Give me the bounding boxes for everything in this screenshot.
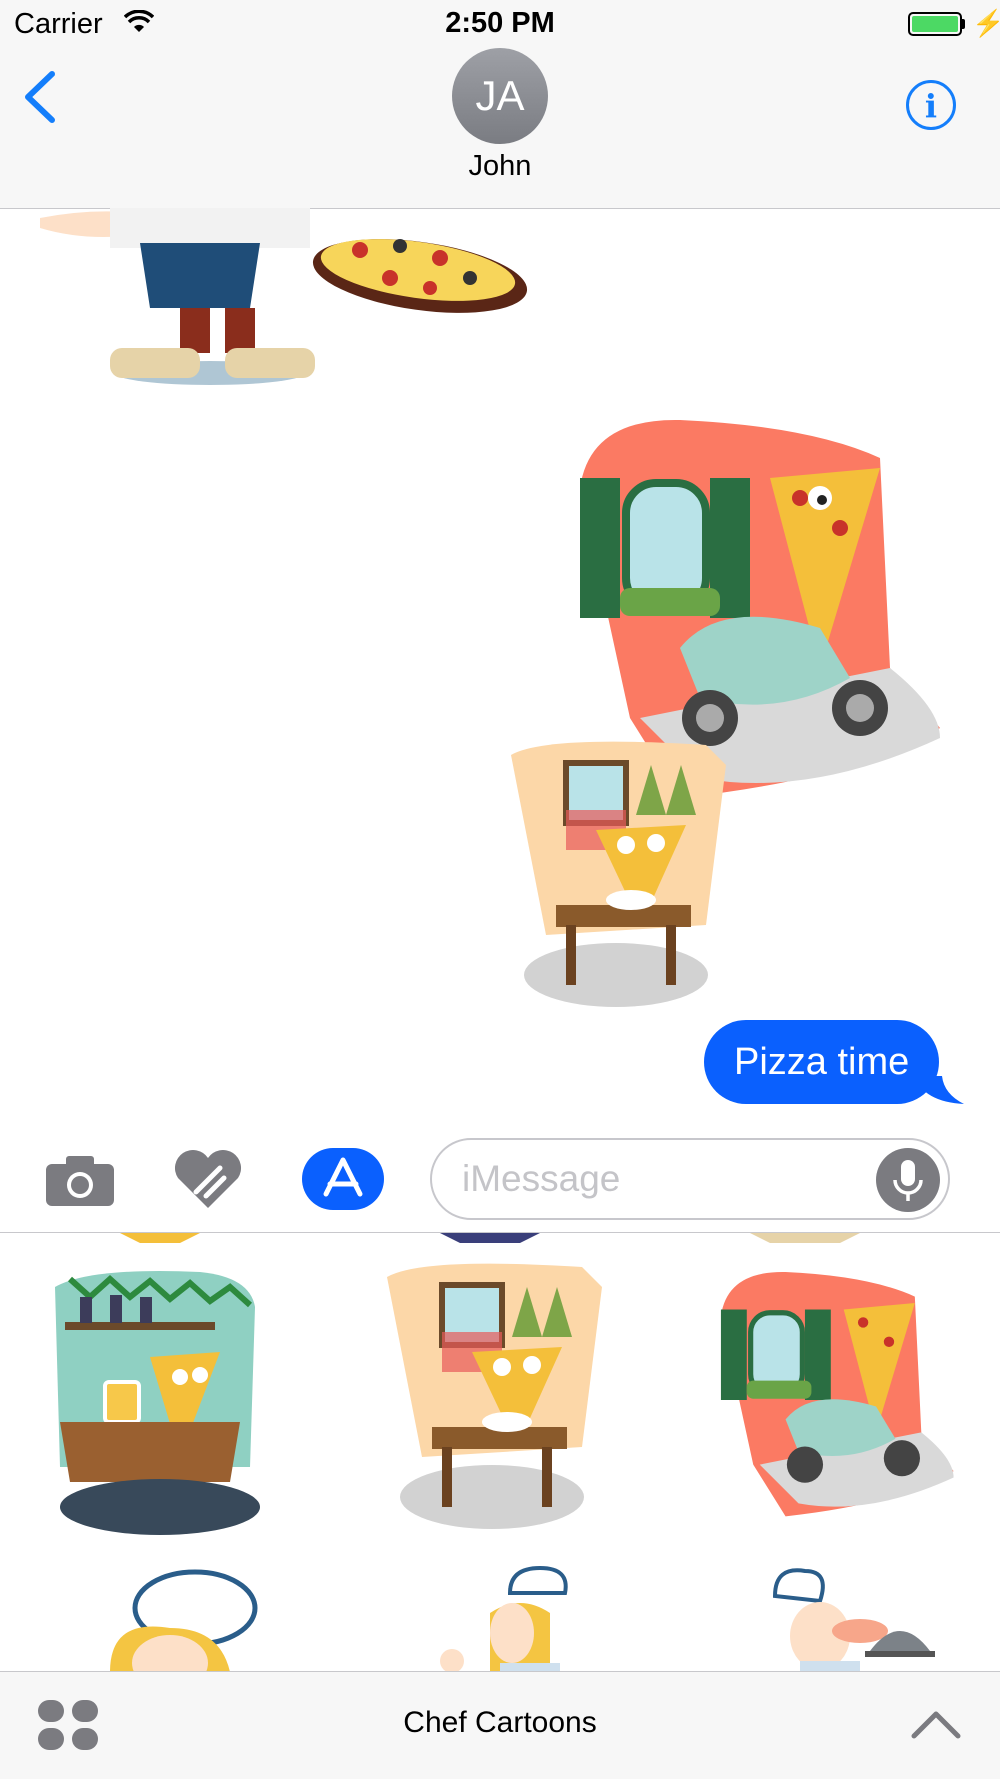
drawer-title: Chef Cartoons [403,1706,597,1739]
digital-touch-icon[interactable] [172,1148,244,1212]
microphone-icon [893,1160,923,1201]
back-chevron-icon[interactable] [20,70,60,124]
bubble-tail [914,1076,964,1104]
chef-ok-sticker[interactable] [430,1563,590,1671]
sticker-remnant [750,1233,860,1243]
sticker-remnant [440,1233,540,1243]
pizza-scooter-sticker[interactable] [708,1265,973,1535]
pizza-restaurant-sticker [511,741,726,1007]
message-bubble[interactable]: Pizza time [704,1020,940,1104]
dictation-button[interactable] [876,1148,940,1212]
camera-icon[interactable] [44,1152,116,1208]
chef-pizza-sticker [40,208,528,385]
status-time: 2:50 PM [445,7,555,39]
pizza-restaurant-sticker[interactable] [382,1257,612,1532]
contact-name[interactable]: John [0,150,1000,183]
app-store-icon [323,1157,363,1197]
contact-avatar[interactable]: JA [452,48,548,144]
sticker-remnant [120,1233,200,1243]
chef-cloche-sticker[interactable] [760,1561,940,1671]
sticker-drawer [0,1233,1000,1671]
chevron-up-icon[interactable] [910,1708,962,1740]
charging-icon: ⚡ [972,8,1000,38]
chef-woman-sticker[interactable] [70,1568,270,1671]
imessage-placeholder: iMessage [462,1158,621,1199]
pizza-bar-sticker[interactable] [50,1267,270,1537]
battery-icon [908,12,962,36]
app-store-button[interactable] [302,1148,384,1210]
battery-tip [962,19,965,29]
info-button[interactable]: i [906,80,956,130]
